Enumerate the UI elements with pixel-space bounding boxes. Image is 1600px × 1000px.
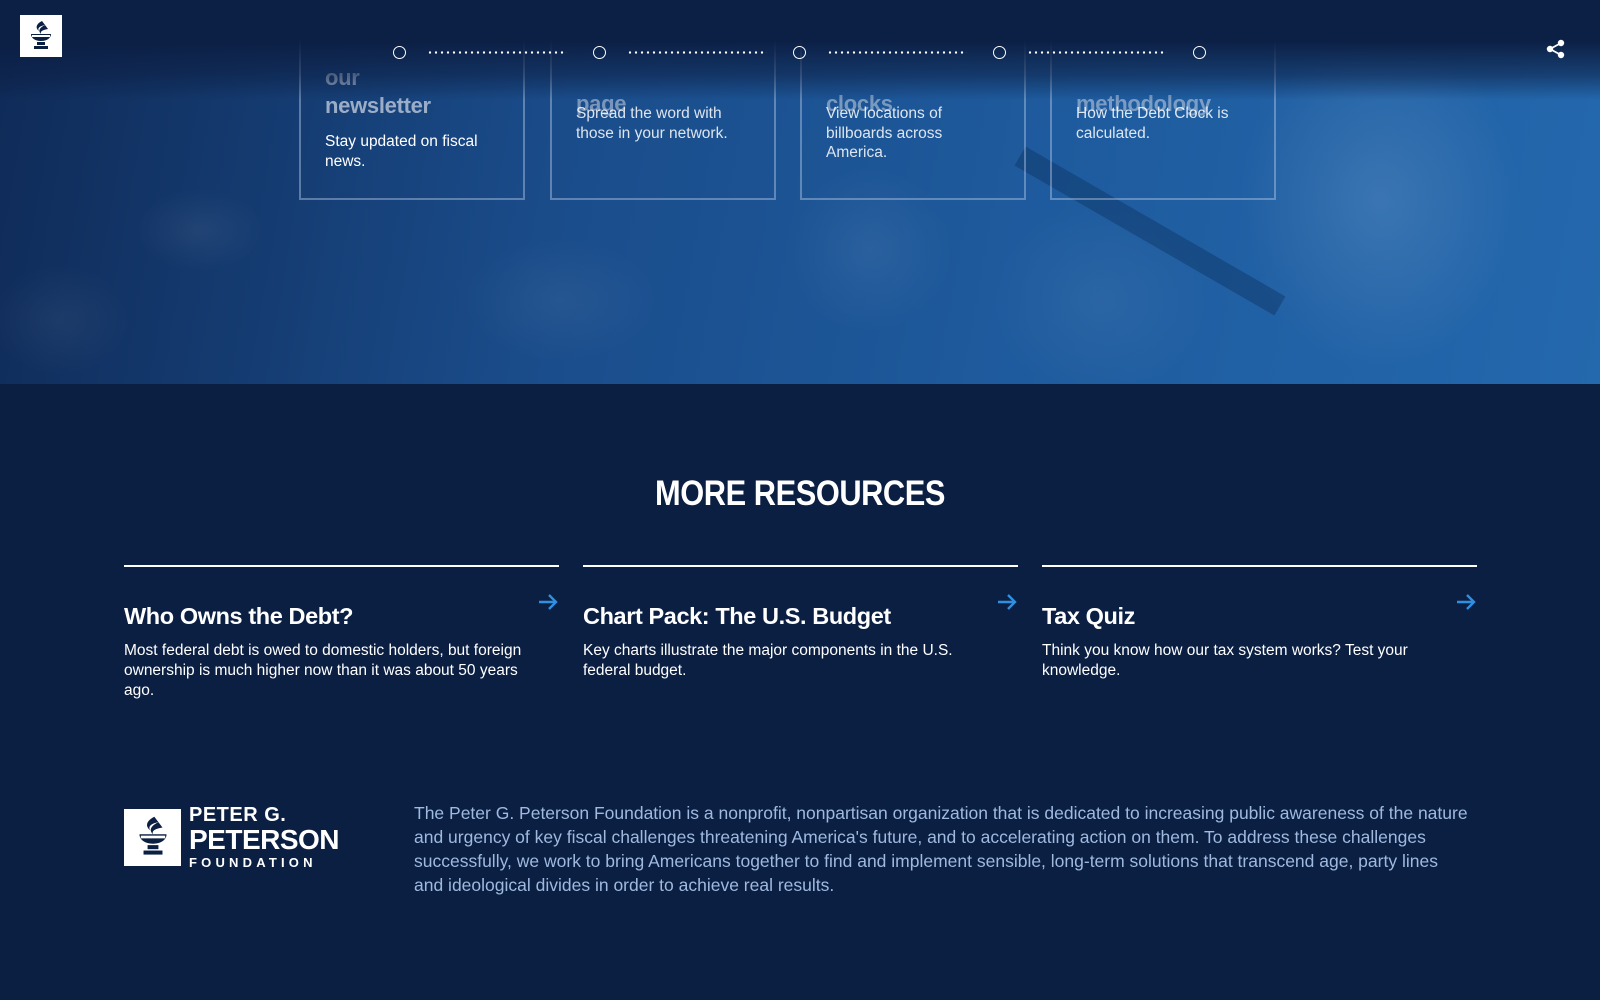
foundation-logo[interactable]: PETER G. PETERSON FOUNDATION bbox=[124, 804, 340, 870]
progress-step-5[interactable] bbox=[1193, 46, 1206, 59]
logo-line-2: PETERSON bbox=[189, 824, 340, 855]
resource-card-tax-quiz[interactable]: Tax Quiz Think you know how our tax syst… bbox=[1042, 565, 1477, 679]
resource-card-who-owns-debt[interactable]: Who Owns the Debt? Most federal debt is … bbox=[124, 565, 559, 699]
hero-card-description: Stay updated on fiscal news. bbox=[325, 133, 478, 170]
share-icon bbox=[1546, 39, 1565, 59]
progress-connector bbox=[427, 51, 567, 54]
home-logo-button[interactable] bbox=[20, 15, 62, 57]
hero-card-description: View locations of billboards across Amer… bbox=[826, 105, 943, 161]
logo-line-3: FOUNDATION bbox=[189, 855, 317, 870]
share-button[interactable] bbox=[1545, 38, 1567, 60]
resource-title: Chart Pack: The U.S. Budget bbox=[583, 603, 891, 629]
arrow-right-icon bbox=[539, 594, 558, 610]
foundation-logo-wordmark: PETER G. PETERSON FOUNDATION bbox=[189, 804, 340, 870]
arrow-right-icon bbox=[998, 594, 1017, 610]
progress-step-3[interactable] bbox=[793, 46, 806, 59]
arrow-right-icon bbox=[1457, 594, 1476, 610]
progress-step-2[interactable] bbox=[593, 46, 606, 59]
resource-description: Think you know how our tax system works?… bbox=[1042, 642, 1408, 679]
resource-title: Who Owns the Debt? bbox=[124, 603, 354, 629]
torch-logo-icon bbox=[124, 808, 181, 866]
torch-logo-icon bbox=[31, 21, 51, 49]
progress-track bbox=[0, 0, 1600, 100]
foundation-about-text: The Peter G. Peterson Foundation is a no… bbox=[414, 803, 1468, 895]
progress-connector bbox=[827, 51, 967, 54]
hero-card-description: Spread the word with those in your netwo… bbox=[576, 105, 728, 142]
hero-card-description: How the Debt Clock is calculated. bbox=[1076, 105, 1229, 142]
progress-connector bbox=[1027, 51, 1167, 54]
section-title: MORE RESOURCES bbox=[655, 474, 945, 513]
resource-title: Tax Quiz bbox=[1042, 603, 1135, 629]
resource-description: Most federal debt is owed to domestic ho… bbox=[124, 642, 522, 699]
resource-card-chart-pack[interactable]: Chart Pack: The U.S. Budget Key charts i… bbox=[583, 565, 1018, 679]
progress-step-1[interactable] bbox=[393, 46, 406, 59]
logo-line-1: PETER G. bbox=[189, 804, 287, 826]
resource-description: Key charts illustrate the major componen… bbox=[583, 642, 953, 679]
progress-step-4[interactable] bbox=[993, 46, 1006, 59]
progress-connector bbox=[627, 51, 767, 54]
